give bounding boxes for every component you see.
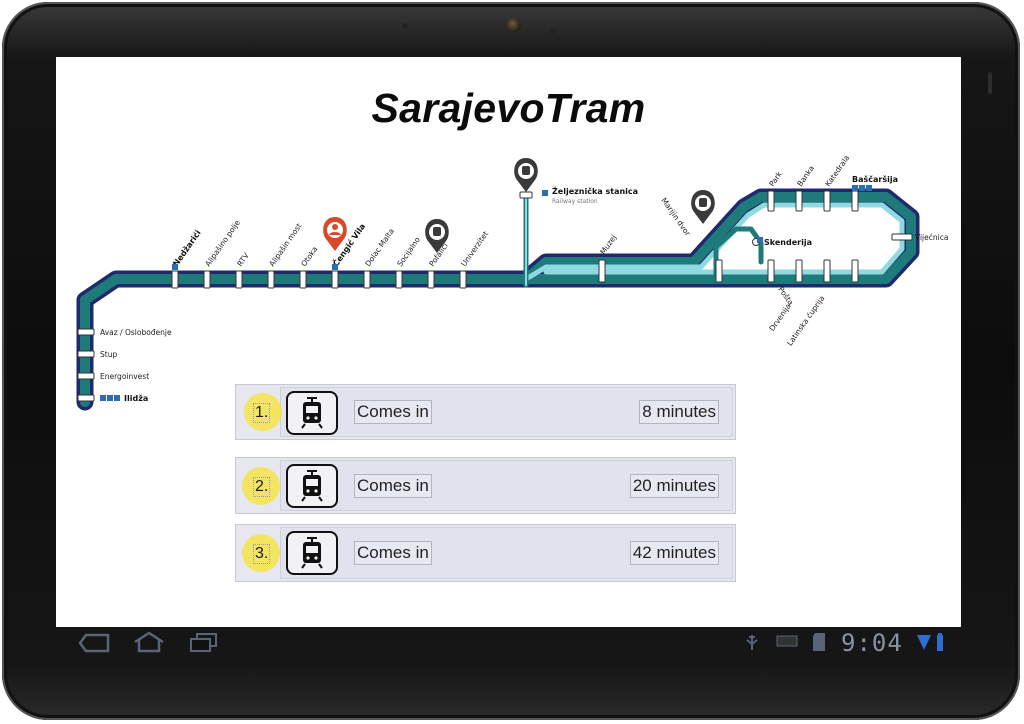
system-nav-bar: 9:04	[56, 627, 961, 659]
station-label: Skenderija	[764, 238, 812, 247]
station-stop[interactable]	[203, 270, 211, 289]
station-stop[interactable]	[519, 191, 533, 199]
tram-icon	[286, 391, 338, 435]
station-label: Ilidža	[124, 394, 148, 403]
station-stop[interactable]	[459, 270, 467, 289]
station-stop[interactable]	[171, 270, 179, 289]
station-label: Marijin dvor	[659, 196, 692, 238]
line-badge	[114, 395, 120, 401]
station-stop[interactable]	[267, 270, 275, 289]
station-stop[interactable]	[823, 259, 831, 283]
front-camera	[507, 18, 521, 32]
arrival-index: 2.	[253, 477, 271, 497]
arrival-index: 3.	[253, 544, 271, 564]
battery-icon	[937, 633, 943, 651]
wifi-signal-icon	[917, 635, 931, 650]
station-stop[interactable]	[395, 270, 403, 289]
line-badge	[757, 237, 763, 243]
line-badge	[332, 264, 338, 270]
station-stop[interactable]	[427, 270, 435, 289]
usb-debug-icon	[746, 635, 758, 650]
station-label: Drvenija	[767, 302, 792, 333]
status-clock: 9:04	[841, 629, 903, 657]
line-badge	[859, 185, 865, 191]
station-label: Socijalno	[395, 235, 422, 268]
line-badge	[172, 264, 178, 270]
sensor	[550, 28, 556, 34]
arrival-row[interactable]: 3. Comes in 42 minutes	[235, 524, 736, 582]
station-stop[interactable]	[851, 190, 859, 212]
station-label: Baščaršija	[852, 174, 898, 184]
station-label: Park	[767, 169, 784, 188]
station-stop[interactable]	[77, 328, 95, 336]
station-label: Banka	[795, 164, 816, 188]
back-icon[interactable]	[78, 633, 112, 653]
tram-network-map: Nedžarići Alipašino polje RTV Alipašin m…	[76, 153, 948, 411]
station-label: Muzej	[598, 233, 618, 256]
station-label: Katedrala	[823, 153, 851, 188]
station-stop[interactable]	[77, 372, 95, 380]
station-stop[interactable]	[77, 394, 95, 402]
station-stop[interactable]	[331, 270, 339, 289]
station-label: Avaz / Oslobođenje	[100, 328, 172, 337]
station-label: Alipašin most	[267, 222, 303, 269]
arrival-index: 1.	[253, 403, 271, 423]
recent-apps-icon[interactable]	[188, 632, 218, 652]
tram-icon	[286, 464, 338, 508]
station-label: Željeznička stanica	[552, 185, 638, 196]
station-stop[interactable]	[299, 270, 307, 289]
arrival-label: Comes in	[354, 541, 432, 565]
station-sublabel: Railway station	[552, 198, 598, 205]
arrival-label: Comes in	[354, 474, 432, 498]
line-badge	[866, 185, 872, 191]
station-label: Vijećnica	[915, 233, 948, 242]
station-stop[interactable]	[851, 259, 859, 283]
arrival-row[interactable]: 2. Comes in 20 minutes	[235, 457, 736, 514]
station-stop[interactable]	[795, 259, 803, 283]
line-badge	[542, 190, 548, 196]
arrival-time: 42 minutes	[629, 541, 719, 565]
station-stop[interactable]	[767, 190, 775, 212]
tram-stop-pin[interactable]	[514, 158, 538, 192]
arrival-row[interactable]: 1. Comes in 8 minutes	[235, 384, 736, 440]
station-label: Univerzitet	[459, 229, 490, 268]
power-button[interactable]	[988, 72, 992, 94]
sensor	[402, 23, 408, 29]
tram-stop-pin[interactable]	[691, 190, 715, 224]
sd-card-icon	[813, 633, 825, 651]
station-label: RTV	[235, 250, 251, 268]
arrival-label: Comes in	[354, 400, 432, 424]
station-stop[interactable]	[767, 259, 775, 283]
arrival-time: 20 minutes	[629, 474, 719, 498]
station-stop[interactable]	[598, 259, 606, 283]
station-label: Dolac Malta	[363, 227, 396, 268]
app-screen: SarajevoTram Nedžarići Alipašino polje R…	[56, 57, 961, 627]
home-icon[interactable]	[132, 631, 166, 653]
station-label: Stup	[100, 350, 117, 359]
station-stop[interactable]	[363, 270, 371, 289]
arrival-time: 8 minutes	[639, 400, 719, 424]
notification-icon	[776, 635, 798, 647]
station-stop[interactable]	[823, 190, 831, 212]
station-stop[interactable]	[891, 233, 913, 241]
station-stop[interactable]	[235, 270, 243, 289]
line-badge	[100, 395, 106, 401]
station-label: Energoinvest	[100, 372, 149, 381]
line-badge	[852, 185, 858, 191]
station-label: Nedžarići	[170, 228, 202, 268]
line-badge	[107, 395, 113, 401]
station-stop[interactable]	[77, 350, 95, 358]
station-label: Otoka	[299, 245, 319, 268]
station-stop[interactable]	[795, 190, 803, 212]
station-stop[interactable]	[715, 259, 723, 283]
tram-icon	[286, 531, 338, 575]
